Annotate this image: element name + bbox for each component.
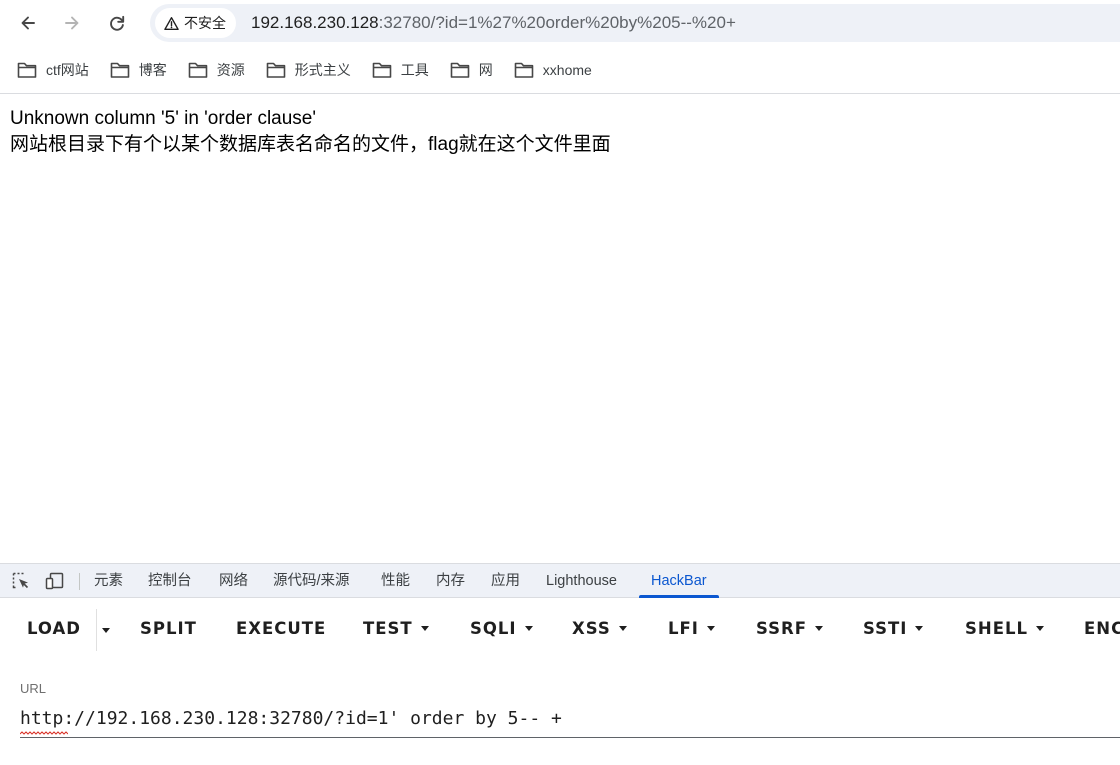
hint-message: 网站根目录下有个以某个数据库表名命名的文件，flag就在这个文件里面 <box>10 134 611 155</box>
chevron-down-icon <box>1036 626 1044 631</box>
reload-button[interactable] <box>101 7 133 39</box>
device-toolbar-icon[interactable] <box>45 571 65 591</box>
folder-icon <box>17 62 37 78</box>
bookmark-resources[interactable]: 资源 <box>188 55 245 85</box>
tab-application[interactable]: 应用 <box>491 564 520 598</box>
folder-icon <box>372 62 392 78</box>
folder-icon <box>110 62 130 78</box>
lfi-menu-button[interactable]: LFI <box>668 619 715 638</box>
page-content: Unknown column '5' in 'order clause' 网站根… <box>10 106 611 158</box>
test-label: TEST <box>363 619 413 638</box>
tab-lighthouse[interactable]: Lighthouse <box>546 564 617 598</box>
tab-elements[interactable]: 元素 <box>94 564 123 598</box>
bookmark-net[interactable]: 网 <box>450 55 493 85</box>
forward-button[interactable] <box>56 7 88 39</box>
hackbar-url-input[interactable]: http://192.168.230.128:32780/?id=1' orde… <box>20 704 1120 738</box>
execute-label: EXECUTE <box>236 619 327 638</box>
devtools-tab-bar: 元素 控制台 网络 源代码/来源 性能 内存 应用 Lighthouse Hac… <box>0 563 1120 598</box>
split-button[interactable]: SPLIT <box>140 619 197 638</box>
execute-button[interactable]: EXECUTE <box>236 619 326 638</box>
bookmark-label: 博客 <box>138 61 167 78</box>
security-chip[interactable]: 不安全 <box>155 8 236 38</box>
bookmark-label: xxhome <box>542 61 592 78</box>
bookmark-label: 工具 <box>400 61 429 78</box>
browser-toolbar: 不安全 192.168.230.128:32780/?id=1%27%20ord… <box>0 0 1120 46</box>
load-label: LOAD <box>27 619 81 638</box>
inspect-element-icon[interactable] <box>11 571 31 591</box>
bookmark-label: 资源 <box>216 61 245 78</box>
folder-icon <box>450 62 470 78</box>
xss-label: XSS <box>572 619 611 638</box>
sqli-menu-button[interactable]: SQLI <box>470 619 533 638</box>
ssrf-menu-button[interactable]: SSRF <box>756 619 824 638</box>
bookmark-label: ctf网站 <box>46 61 89 78</box>
warning-icon <box>164 16 179 30</box>
bookmarks-bar: ctf网站 博客 资源 形式主义 工具 网 xxhome <box>0 46 1120 94</box>
tab-memory[interactable]: 内存 <box>436 564 465 598</box>
sqli-label: SQLI <box>470 619 517 638</box>
encoding-menu-button[interactable]: ENC <box>1084 619 1120 638</box>
ssrf-label: SSRF <box>756 619 808 638</box>
tab-console[interactable]: 控制台 <box>148 564 192 598</box>
test-menu-button[interactable]: TEST <box>363 619 429 638</box>
tab-performance[interactable]: 性能 <box>381 564 410 598</box>
tab-hackbar[interactable]: HackBar <box>639 564 719 598</box>
load-divider <box>96 609 97 651</box>
bookmark-blog[interactable]: 博客 <box>110 55 167 85</box>
split-label: SPLIT <box>140 619 197 638</box>
folder-icon <box>188 62 208 78</box>
xss-menu-button[interactable]: XSS <box>572 619 627 638</box>
tab-sources[interactable]: 源代码/来源 <box>273 564 350 598</box>
bookmark-label: 形式主义 <box>294 61 351 78</box>
shell-label: SHELL <box>965 619 1028 638</box>
chevron-down-icon <box>420 626 429 631</box>
chevron-down-icon <box>815 626 824 631</box>
spellcheck-underline <box>20 731 68 735</box>
arrow-left-icon <box>21 16 35 30</box>
load-button[interactable]: LOAD <box>27 619 81 638</box>
security-label: 不安全 <box>184 15 226 31</box>
devtools-panel: 元素 控制台 网络 源代码/来源 性能 内存 应用 Lighthouse Hac… <box>0 563 1120 765</box>
folder-icon <box>514 62 534 78</box>
encoding-label: ENC <box>1084 619 1120 638</box>
folder-icon <box>266 62 286 78</box>
chevron-down-icon <box>706 626 715 631</box>
url-text[interactable]: 192.168.230.128:32780/?id=1%27%20order%2… <box>251 13 736 33</box>
url-path: :32780/?id=1%27%20order%20by%205--%20+ <box>378 13 736 32</box>
error-message: Unknown column '5' in 'order clause' <box>10 108 316 129</box>
arrow-right-icon <box>65 16 79 30</box>
url-host: 192.168.230.128 <box>251 13 379 32</box>
reload-icon <box>110 15 125 31</box>
hackbar-toolbar: LOAD SPLIT EXECUTE TEST SQLI XSS LFI SSR… <box>0 599 1120 659</box>
bookmark-xxhome[interactable]: xxhome <box>514 55 592 85</box>
bookmark-label: 网 <box>478 61 493 78</box>
tab-separator <box>79 573 80 590</box>
chevron-down-icon <box>618 626 627 631</box>
ssti-label: SSTI <box>863 619 908 638</box>
back-button[interactable] <box>12 7 44 39</box>
lfi-label: LFI <box>668 619 699 638</box>
hackbar-url-value: http://192.168.230.128:32780/?id=1' orde… <box>20 708 562 729</box>
chevron-down-icon <box>915 626 924 631</box>
chevron-down-icon <box>524 626 533 631</box>
bookmark-tools[interactable]: 工具 <box>372 55 429 85</box>
address-bar[interactable]: 不安全 192.168.230.128:32780/?id=1%27%20ord… <box>150 4 1120 42</box>
url-field-label: URL <box>20 681 47 696</box>
bookmark-formalism[interactable]: 形式主义 <box>266 55 351 85</box>
bookmark-ctf[interactable]: ctf网站 <box>17 55 89 85</box>
tab-network[interactable]: 网络 <box>219 564 248 598</box>
ssti-menu-button[interactable]: SSTI <box>863 619 924 638</box>
shell-menu-button[interactable]: SHELL <box>965 619 1044 638</box>
load-dropdown-icon[interactable] <box>102 628 110 633</box>
